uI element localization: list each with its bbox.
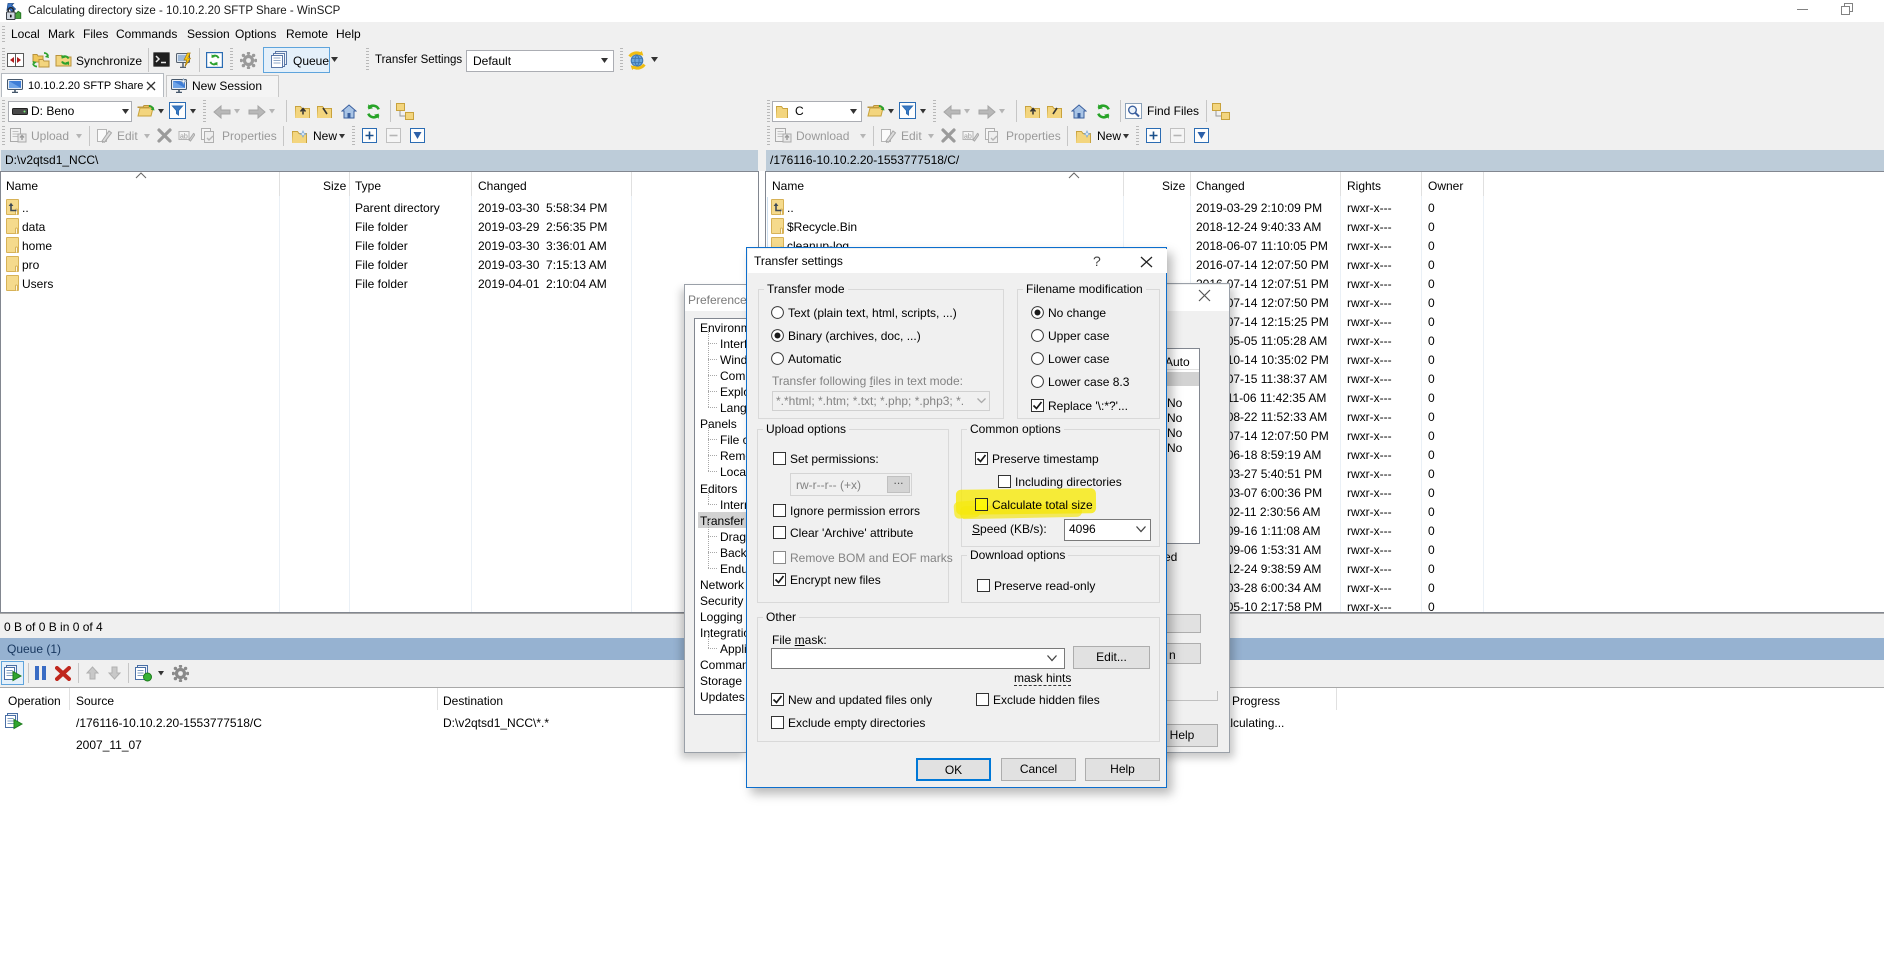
svg-text:ab: ab — [964, 134, 972, 141]
svg-text:ab: ab — [180, 134, 188, 141]
